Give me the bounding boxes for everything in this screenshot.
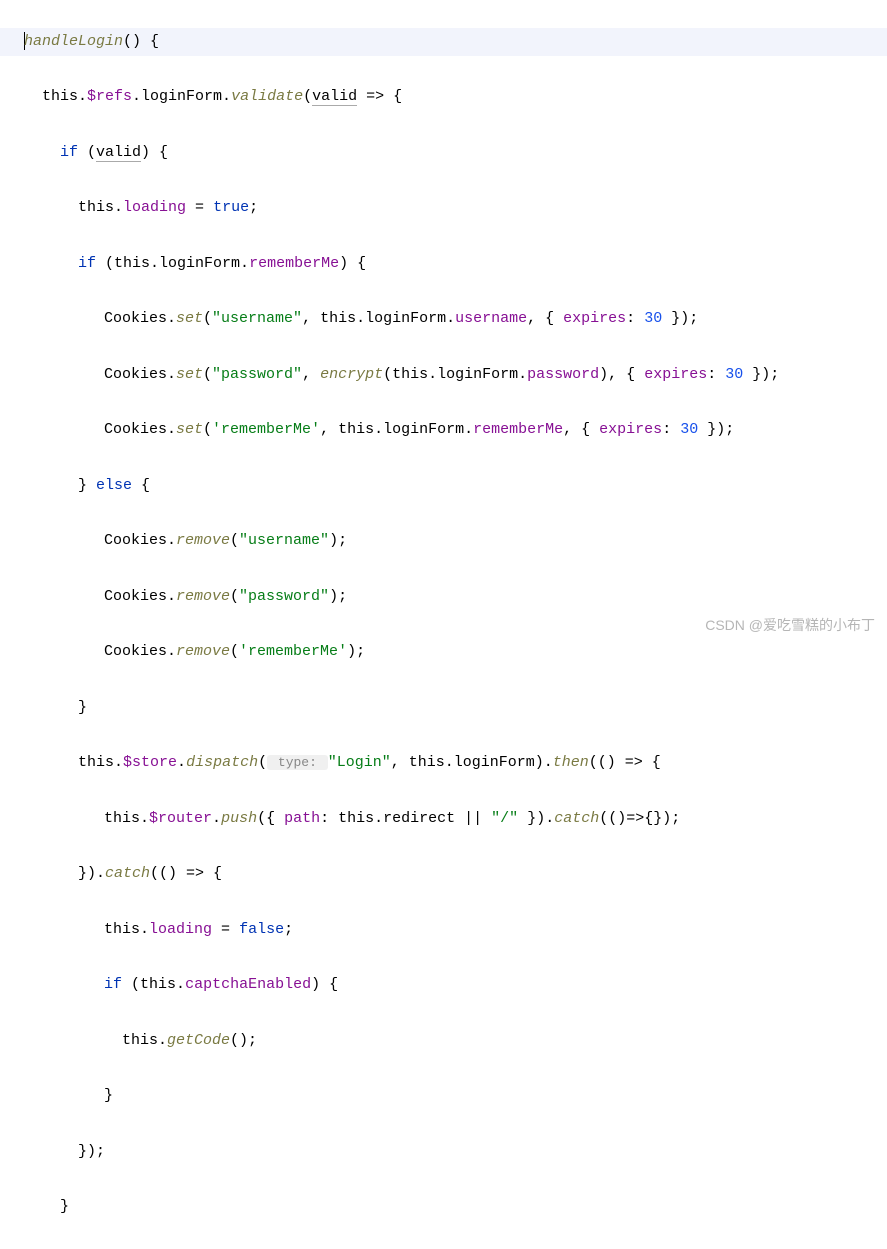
code-line[interactable]: this.loading = false; <box>0 916 887 944</box>
code-line[interactable]: } else { <box>0 472 887 500</box>
code-line[interactable]: this.loading = true; <box>0 194 887 222</box>
watermark-text: CSDN @爱吃雪糕的小布丁 <box>705 613 875 639</box>
code-line[interactable]: Cookies.set("username", this.loginForm.u… <box>0 305 887 333</box>
code-line[interactable]: Cookies.set("password", encrypt(this.log… <box>0 361 887 389</box>
function-name: handleLogin <box>24 33 123 50</box>
code-line[interactable]: Cookies.set('rememberMe', this.loginForm… <box>0 416 887 444</box>
code-line[interactable]: } <box>0 1193 887 1221</box>
code-line[interactable]: this.$router.push({ path: this.redirect … <box>0 805 887 833</box>
code-line[interactable]: if (this.loginForm.rememberMe) { <box>0 250 887 278</box>
code-line[interactable]: Cookies.remove("password"); <box>0 583 887 611</box>
code-line[interactable]: if (valid) { <box>0 139 887 167</box>
code-line[interactable]: if (this.captchaEnabled) { <box>0 971 887 999</box>
code-line[interactable]: }); <box>0 1138 887 1166</box>
code-line[interactable]: } <box>0 1082 887 1110</box>
code-line[interactable]: this.$refs.loginForm.validate(valid => { <box>0 83 887 111</box>
code-line[interactable]: Cookies.remove("username"); <box>0 527 887 555</box>
code-line[interactable]: this.getCode(); <box>0 1027 887 1055</box>
code-line[interactable]: } <box>0 694 887 722</box>
code-line[interactable]: Cookies.remove('rememberMe'); <box>0 638 887 666</box>
code-line-highlighted[interactable]: handleLogin() { <box>0 28 887 56</box>
code-line[interactable]: this.$store.dispatch( type: "Login", thi… <box>0 749 887 777</box>
code-line[interactable]: }).catch(() => { <box>0 860 887 888</box>
parameter-hint: type: <box>267 755 328 770</box>
